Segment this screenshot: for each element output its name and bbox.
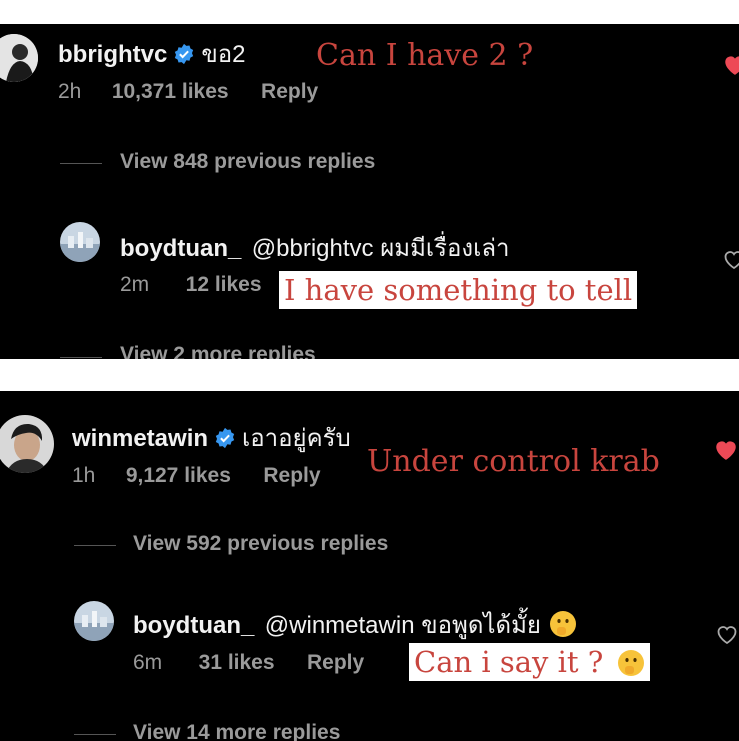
reply-text: @winmetawin ขอพูดได้มั้ย — [264, 612, 541, 639]
heart-outline-icon[interactable] — [722, 248, 739, 270]
view-previous-replies-button[interactable]: View 592 previous replies — [133, 532, 388, 556]
reply-meta: 2m 12 likes — [120, 273, 262, 297]
reply-username[interactable]: boydtuan_ — [120, 235, 241, 262]
reply-avatar[interactable] — [60, 222, 100, 262]
view-more-replies-button[interactable]: View 2 more replies — [120, 343, 316, 359]
reply-meta: 6m 31 likes Reply — [133, 651, 364, 675]
reply-likes-count[interactable]: 12 likes — [186, 273, 262, 296]
comment-header: bbrightvc ขอ2 — [58, 34, 246, 73]
view-previous-replies-button[interactable]: View 848 previous replies — [120, 150, 375, 174]
comment-meta: 2h 10,371 likes Reply — [58, 80, 318, 104]
reply-timestamp: 6m — [133, 651, 163, 674]
reply-header: boydtuan_ @bbrightvc ผมมีเรื่องเล่า — [120, 228, 510, 267]
translation-caption: Under control krab — [367, 444, 660, 479]
avatar[interactable] — [0, 34, 38, 82]
heart-outline-icon[interactable] — [715, 623, 739, 645]
timestamp: 1h — [72, 464, 96, 487]
username[interactable]: bbrightvc — [58, 41, 167, 68]
reply-timestamp: 2m — [120, 273, 150, 296]
reply-button[interactable]: Reply — [307, 651, 364, 674]
verified-badge-icon — [214, 427, 236, 454]
caption-text: Can i say it ? — [414, 645, 604, 679]
reply-likes-count[interactable]: 31 likes — [199, 651, 275, 674]
heart-filled-icon[interactable] — [722, 52, 739, 76]
divider — [60, 357, 102, 358]
view-more-replies-button[interactable]: View 14 more replies — [133, 721, 340, 741]
comment-thread-1: bbrightvc ขอ2 Can I have 2 ? 2h 10,371 li… — [0, 24, 739, 359]
heart-filled-icon[interactable] — [713, 437, 739, 461]
reply-text: @bbrightvc ผมมีเรื่องเล่า — [251, 235, 510, 262]
reply-username[interactable]: boydtuan_ — [133, 612, 254, 639]
likes-count[interactable]: 9,127 likes — [126, 464, 231, 487]
reply-avatar[interactable] — [74, 601, 114, 641]
verified-badge-icon — [173, 43, 195, 70]
divider — [60, 163, 102, 164]
avatar[interactable] — [0, 415, 54, 473]
divider — [74, 734, 116, 735]
comment-text: เอาอยู่ครับ — [242, 425, 351, 452]
username[interactable]: winmetawin — [72, 425, 208, 452]
likes-count[interactable]: 10,371 likes — [112, 80, 229, 103]
comment-thread-2: winmetawin เอาอยู่ครับ 1h 9,127 likes Rep… — [0, 391, 739, 741]
shushing-face-emoji — [550, 611, 577, 637]
timestamp: 2h — [58, 80, 82, 103]
reply-header: boydtuan_ @winmetawin ขอพูดได้มั้ย — [133, 605, 577, 644]
translation-caption: Can I have 2 ? — [316, 38, 534, 73]
reply-button[interactable]: Reply — [261, 80, 318, 103]
translation-caption-box: Can i say it ? — [409, 643, 650, 681]
comment-header: winmetawin เอาอยู่ครับ — [72, 418, 351, 457]
translation-caption-box: I have something to tell — [279, 271, 638, 309]
reply-button[interactable]: Reply — [263, 464, 320, 487]
comment-text: ขอ2 — [201, 41, 246, 68]
shushing-face-emoji — [617, 650, 644, 676]
divider — [74, 545, 116, 546]
comment-meta: 1h 9,127 likes Reply — [72, 464, 321, 488]
